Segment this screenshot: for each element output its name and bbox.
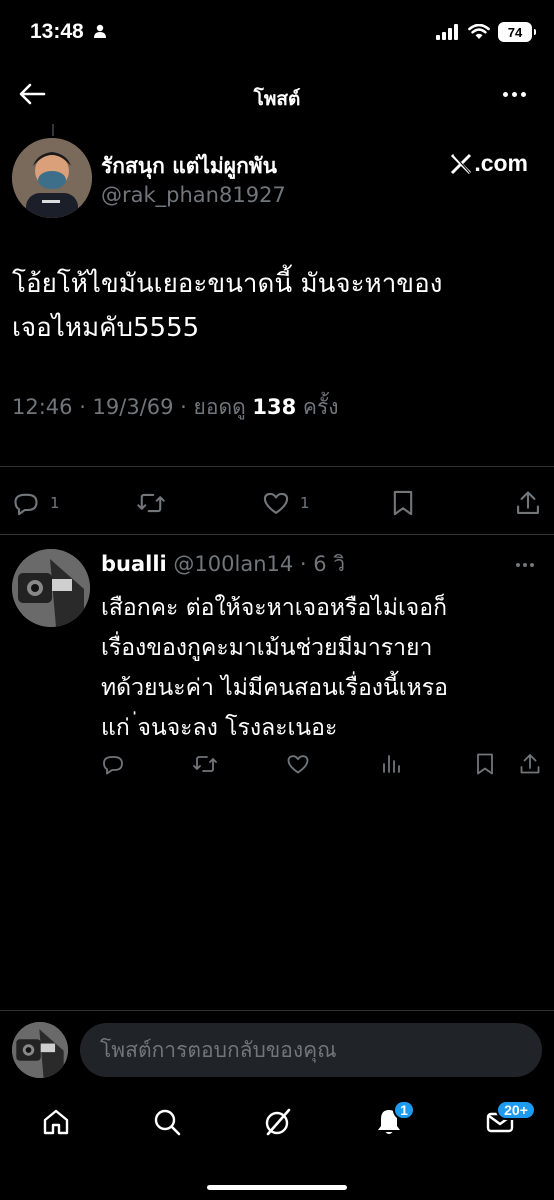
bottom-nav: 1 20+: [0, 1090, 554, 1160]
repost-button[interactable]: [136, 489, 166, 517]
home-icon[interactable]: [40, 1106, 72, 1138]
share-button[interactable]: [514, 489, 542, 517]
bookmark-button[interactable]: [390, 489, 416, 517]
reply-icon: [14, 493, 38, 516]
reply-author-handle[interactable]: @100lan14 · 6 วิ: [167, 552, 345, 576]
views-icon[interactable]: [380, 752, 404, 776]
home-indicator: [207, 1185, 347, 1190]
status-bar: 13:48 74: [0, 0, 554, 66]
composer-avatar: [12, 1022, 68, 1078]
divider: [0, 1010, 554, 1011]
x-logo-icon: [451, 153, 472, 174]
bookmark-icon: [393, 490, 413, 516]
signal-icon: [436, 24, 458, 40]
like-count: 1: [300, 494, 310, 512]
reply-text: เสือกคะ ต่อให้จะหาเจอหรือไม่เจอก็ เรื่อง…: [101, 595, 448, 741]
status-time: 13:48: [30, 20, 84, 43]
reply-button[interactable]: 1: [12, 489, 60, 517]
reply-input[interactable]: [80, 1023, 542, 1077]
reply-header: bualli @100lan14 · 6 วิ: [101, 548, 345, 581]
battery-indicator: 74: [498, 22, 536, 42]
top-bar: โพสต์: [0, 66, 554, 122]
author-handle[interactable]: @rak_phan81927: [101, 183, 286, 207]
post-actions: 1 1: [0, 489, 554, 521]
person-icon: [94, 24, 106, 38]
page-title: โพสต์: [253, 88, 301, 110]
messages-badge: 20+: [496, 1100, 536, 1120]
like-icon[interactable]: [286, 752, 310, 776]
avatar[interactable]: [12, 138, 92, 218]
post-time[interactable]: 12:46 · 19/3/69 · ยอดดู: [12, 395, 252, 419]
grok-icon[interactable]: [262, 1106, 294, 1138]
wifi-icon: [468, 24, 490, 39]
share-icon: [517, 491, 539, 514]
divider: [0, 466, 554, 467]
view-count: 138: [252, 395, 297, 419]
reply-avatar[interactable]: [12, 549, 90, 627]
reply-actions: [0, 752, 554, 776]
more-dots-icon[interactable]: [503, 92, 526, 97]
notifications-badge: 1: [393, 1100, 415, 1120]
thread-connector: [52, 124, 54, 136]
reply-count: 1: [50, 494, 60, 512]
post-meta: 12:46 · 19/3/69 · ยอดดู 138 ครั้ง: [12, 391, 339, 424]
notifications-tab[interactable]: 1: [373, 1100, 415, 1138]
share-icon[interactable]: [518, 752, 542, 776]
reply-icon[interactable]: [101, 752, 125, 776]
source-badge: .com: [450, 150, 528, 177]
like-button[interactable]: 1: [262, 489, 310, 517]
view-label: ครั้ง: [296, 395, 339, 419]
messages-tab[interactable]: 20+: [484, 1100, 536, 1138]
repost-icon[interactable]: [192, 752, 218, 776]
divider: [0, 534, 554, 535]
like-icon: [263, 492, 289, 514]
repost-icon: [137, 493, 165, 513]
author-name[interactable]: รักสนุก แต่ไม่ผูกพัน: [101, 150, 277, 183]
bookmark-icon[interactable]: [474, 752, 496, 776]
reply-author-name[interactable]: bualli: [101, 552, 167, 576]
post-text: โอ้ยโห้ไขมันเยอะขนาดนี้ มันจะหาของ เจอไห…: [12, 269, 443, 343]
search-icon[interactable]: [151, 1106, 183, 1138]
reply-more-icon[interactable]: [516, 563, 534, 567]
